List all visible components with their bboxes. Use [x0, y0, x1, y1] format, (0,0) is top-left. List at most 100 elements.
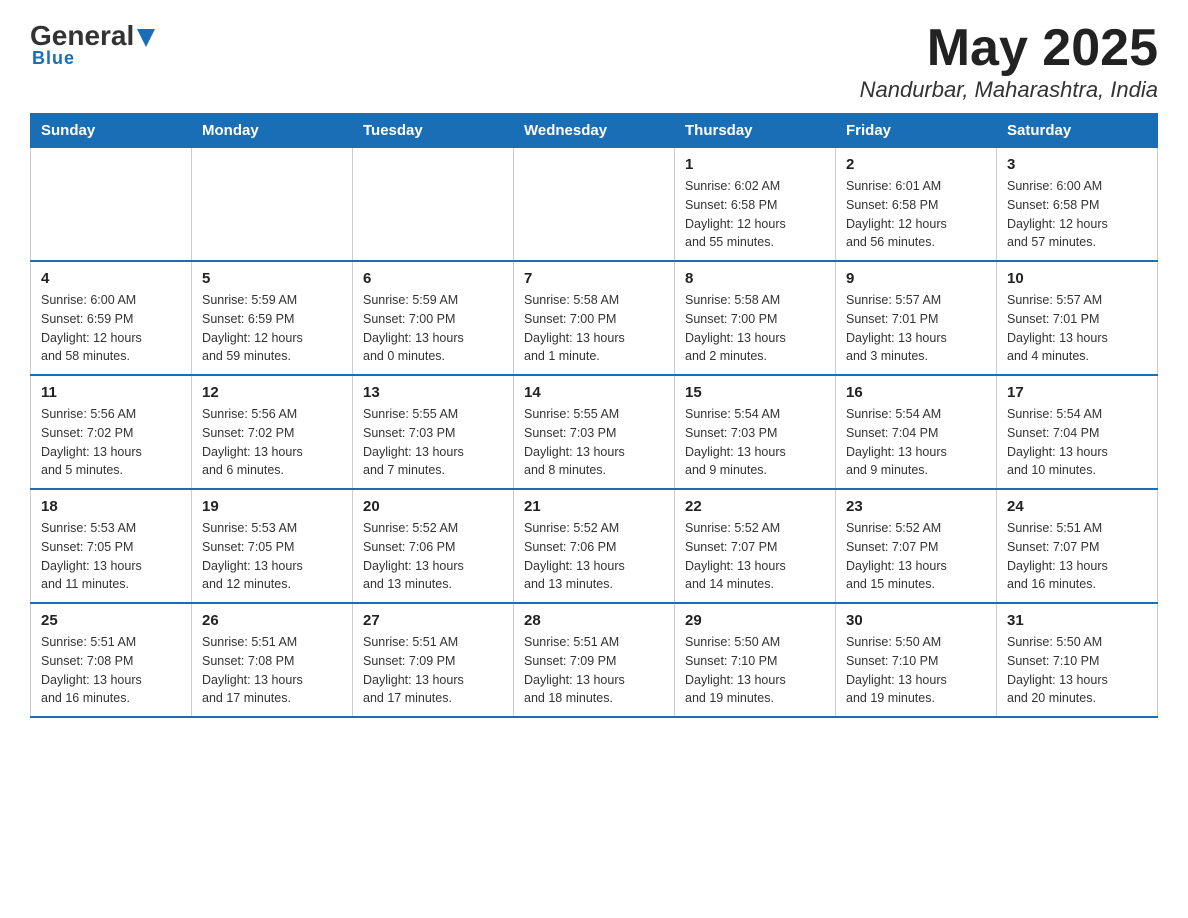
calendar-cell-w2-d3: 6 Sunrise: 5:59 AM Sunset: 7:00 PM Daylig…	[353, 261, 514, 375]
day-number: 18	[41, 498, 181, 515]
day-info: Sunrise: 5:59 AM Sunset: 7:00 PM Dayligh…	[363, 291, 503, 366]
day-info: Sunrise: 6:00 AM Sunset: 6:58 PM Dayligh…	[1007, 177, 1147, 252]
day-number: 25	[41, 612, 181, 629]
day-number: 4	[41, 270, 181, 287]
day-number: 3	[1007, 156, 1147, 173]
day-info: Sunrise: 5:55 AM Sunset: 7:03 PM Dayligh…	[524, 405, 664, 480]
calendar-cell-w2-d1: 4 Sunrise: 6:00 AM Sunset: 6:59 PM Daylig…	[31, 261, 192, 375]
calendar-cell-w3-d1: 11Sunrise: 5:56 AM Sunset: 7:02 PM Dayli…	[31, 375, 192, 489]
page-header: General Blue May 2025 Nandurbar, Maharas…	[30, 20, 1158, 103]
day-info: Sunrise: 5:56 AM Sunset: 7:02 PM Dayligh…	[202, 405, 342, 480]
calendar-cell-w3-d7: 17Sunrise: 5:54 AM Sunset: 7:04 PM Dayli…	[997, 375, 1158, 489]
calendar-cell-w5-d3: 27 Sunrise: 5:51 AM Sunset: 7:09 PM Dayli…	[353, 603, 514, 717]
day-number: 29	[685, 612, 825, 629]
calendar-week-row-1: 1Sunrise: 6:02 AM Sunset: 6:58 PM Daylig…	[31, 148, 1158, 262]
day-number: 2	[846, 156, 986, 173]
calendar-cell-w1-d4	[514, 148, 675, 262]
calendar-week-row-3: 11Sunrise: 5:56 AM Sunset: 7:02 PM Dayli…	[31, 375, 1158, 489]
calendar-cell-w4-d3: 20Sunrise: 5:52 AM Sunset: 7:06 PM Dayli…	[353, 489, 514, 603]
day-number: 14	[524, 384, 664, 401]
day-info: Sunrise: 5:51 AM Sunset: 7:08 PM Dayligh…	[202, 633, 342, 708]
calendar-cell-w3-d5: 15 Sunrise: 5:54 AM Sunset: 7:03 PM Dayli…	[675, 375, 836, 489]
col-tuesday: Tuesday	[353, 114, 514, 148]
calendar-cell-w5-d1: 25 Sunrise: 5:51 AM Sunset: 7:08 PM Dayli…	[31, 603, 192, 717]
day-number: 15	[685, 384, 825, 401]
day-info: Sunrise: 5:55 AM Sunset: 7:03 PM Dayligh…	[363, 405, 503, 480]
day-number: 26	[202, 612, 342, 629]
day-info: Sunrise: 5:54 AM Sunset: 7:03 PM Dayligh…	[685, 405, 825, 480]
calendar-cell-w1-d6: 2Sunrise: 6:01 AM Sunset: 6:58 PM Daylig…	[836, 148, 997, 262]
day-number: 9	[846, 270, 986, 287]
day-number: 12	[202, 384, 342, 401]
col-saturday: Saturday	[997, 114, 1158, 148]
logo: General Blue	[30, 20, 155, 69]
day-number: 21	[524, 498, 664, 515]
day-number: 27	[363, 612, 503, 629]
day-info: Sunrise: 5:51 AM Sunset: 7:08 PM Dayligh…	[41, 633, 181, 708]
calendar-header-row: Sunday Monday Tuesday Wednesday Thursday…	[31, 114, 1158, 148]
col-wednesday: Wednesday	[514, 114, 675, 148]
day-info: Sunrise: 5:53 AM Sunset: 7:05 PM Dayligh…	[202, 519, 342, 594]
calendar-cell-w4-d1: 18Sunrise: 5:53 AM Sunset: 7:05 PM Dayli…	[31, 489, 192, 603]
calendar-cell-w4-d7: 24Sunrise: 5:51 AM Sunset: 7:07 PM Dayli…	[997, 489, 1158, 603]
day-number: 17	[1007, 384, 1147, 401]
day-number: 30	[846, 612, 986, 629]
day-info: Sunrise: 5:52 AM Sunset: 7:07 PM Dayligh…	[846, 519, 986, 594]
calendar-cell-w3-d6: 16Sunrise: 5:54 AM Sunset: 7:04 PM Dayli…	[836, 375, 997, 489]
day-info: Sunrise: 5:57 AM Sunset: 7:01 PM Dayligh…	[1007, 291, 1147, 366]
calendar-cell-w4-d4: 21Sunrise: 5:52 AM Sunset: 7:06 PM Dayli…	[514, 489, 675, 603]
day-number: 5	[202, 270, 342, 287]
calendar-cell-w2-d7: 10 Sunrise: 5:57 AM Sunset: 7:01 PM Dayli…	[997, 261, 1158, 375]
day-info: Sunrise: 5:54 AM Sunset: 7:04 PM Dayligh…	[846, 405, 986, 480]
calendar-cell-w4-d6: 23 Sunrise: 5:52 AM Sunset: 7:07 PM Dayli…	[836, 489, 997, 603]
day-info: Sunrise: 5:51 AM Sunset: 7:09 PM Dayligh…	[363, 633, 503, 708]
title-section: May 2025 Nandurbar, Maharashtra, India	[860, 20, 1158, 103]
col-friday: Friday	[836, 114, 997, 148]
calendar-cell-w3-d2: 12 Sunrise: 5:56 AM Sunset: 7:02 PM Dayli…	[192, 375, 353, 489]
col-sunday: Sunday	[31, 114, 192, 148]
day-number: 22	[685, 498, 825, 515]
day-info: Sunrise: 5:50 AM Sunset: 7:10 PM Dayligh…	[846, 633, 986, 708]
day-number: 23	[846, 498, 986, 515]
day-info: Sunrise: 5:50 AM Sunset: 7:10 PM Dayligh…	[1007, 633, 1147, 708]
calendar-cell-w5-d4: 28Sunrise: 5:51 AM Sunset: 7:09 PM Dayli…	[514, 603, 675, 717]
day-info: Sunrise: 5:51 AM Sunset: 7:09 PM Dayligh…	[524, 633, 664, 708]
calendar-cell-w5-d7: 31 Sunrise: 5:50 AM Sunset: 7:10 PM Dayli…	[997, 603, 1158, 717]
calendar-cell-w5-d5: 29 Sunrise: 5:50 AM Sunset: 7:10 PM Dayli…	[675, 603, 836, 717]
day-number: 31	[1007, 612, 1147, 629]
calendar-cell-w4-d2: 19 Sunrise: 5:53 AM Sunset: 7:05 PM Dayli…	[192, 489, 353, 603]
calendar-week-row-5: 25 Sunrise: 5:51 AM Sunset: 7:08 PM Dayli…	[31, 603, 1158, 717]
day-info: Sunrise: 5:57 AM Sunset: 7:01 PM Dayligh…	[846, 291, 986, 366]
day-number: 20	[363, 498, 503, 515]
calendar-cell-w1-d5: 1Sunrise: 6:02 AM Sunset: 6:58 PM Daylig…	[675, 148, 836, 262]
calendar-cell-w2-d6: 9 Sunrise: 5:57 AM Sunset: 7:01 PM Daylig…	[836, 261, 997, 375]
calendar-cell-w1-d3	[353, 148, 514, 262]
day-info: Sunrise: 5:58 AM Sunset: 7:00 PM Dayligh…	[685, 291, 825, 366]
day-info: Sunrise: 5:58 AM Sunset: 7:00 PM Dayligh…	[524, 291, 664, 366]
calendar-cell-w1-d2	[192, 148, 353, 262]
calendar-cell-w3-d3: 13Sunrise: 5:55 AM Sunset: 7:03 PM Dayli…	[353, 375, 514, 489]
calendar-cell-w2-d5: 8 Sunrise: 5:58 AM Sunset: 7:00 PM Daylig…	[675, 261, 836, 375]
logo-triangle-icon	[137, 29, 155, 49]
calendar-cell-w3-d4: 14 Sunrise: 5:55 AM Sunset: 7:03 PM Dayli…	[514, 375, 675, 489]
day-number: 6	[363, 270, 503, 287]
day-number: 7	[524, 270, 664, 287]
calendar-cell-w1-d7: 3 Sunrise: 6:00 AM Sunset: 6:58 PM Daylig…	[997, 148, 1158, 262]
col-thursday: Thursday	[675, 114, 836, 148]
day-info: Sunrise: 6:00 AM Sunset: 6:59 PM Dayligh…	[41, 291, 181, 366]
calendar-cell-w4-d5: 22Sunrise: 5:52 AM Sunset: 7:07 PM Dayli…	[675, 489, 836, 603]
calendar-cell-w2-d2: 5Sunrise: 5:59 AM Sunset: 6:59 PM Daylig…	[192, 261, 353, 375]
col-monday: Monday	[192, 114, 353, 148]
day-number: 10	[1007, 270, 1147, 287]
month-title: May 2025	[860, 20, 1158, 77]
calendar-table: Sunday Monday Tuesday Wednesday Thursday…	[30, 113, 1158, 718]
calendar-cell-w5-d6: 30 Sunrise: 5:50 AM Sunset: 7:10 PM Dayli…	[836, 603, 997, 717]
calendar-week-row-2: 4 Sunrise: 6:00 AM Sunset: 6:59 PM Daylig…	[31, 261, 1158, 375]
calendar-cell-w1-d1	[31, 148, 192, 262]
day-number: 19	[202, 498, 342, 515]
day-number: 8	[685, 270, 825, 287]
day-number: 1	[685, 156, 825, 173]
day-info: Sunrise: 5:56 AM Sunset: 7:02 PM Dayligh…	[41, 405, 181, 480]
calendar-cell-w5-d2: 26 Sunrise: 5:51 AM Sunset: 7:08 PM Dayli…	[192, 603, 353, 717]
day-info: Sunrise: 5:50 AM Sunset: 7:10 PM Dayligh…	[685, 633, 825, 708]
